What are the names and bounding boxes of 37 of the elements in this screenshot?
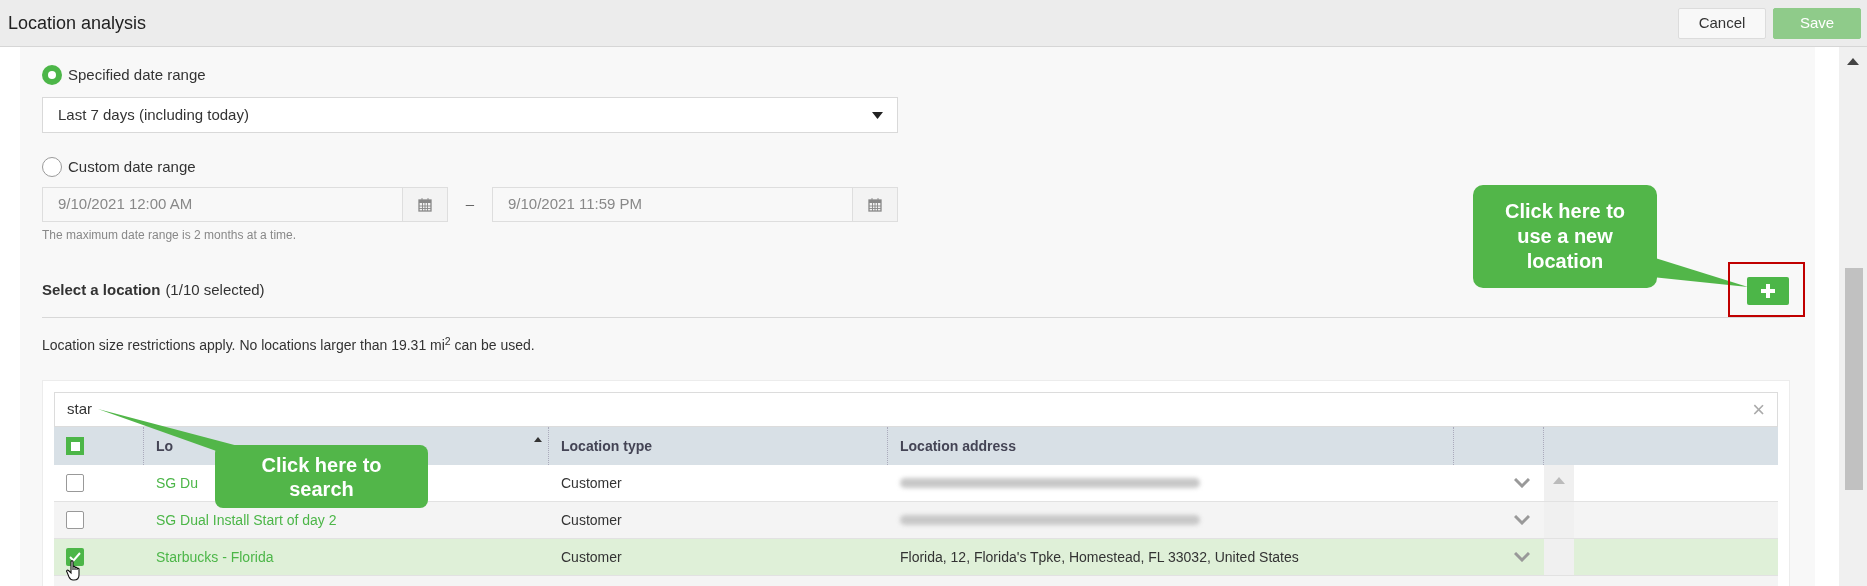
- plus-icon: [1761, 284, 1775, 298]
- range-separator: –: [464, 194, 476, 215]
- dropdown-caret-icon: [872, 111, 883, 119]
- section-title: Select a location: [42, 279, 161, 300]
- row-checkbox[interactable]: [66, 474, 84, 492]
- table-cell-text: Florida, 12, Florida's Tpke, Homestead, FL 33032, United States: [899, 547, 1300, 567]
- search-field[interactable]: star ×: [54, 392, 1778, 427]
- radio-button[interactable]: [42, 157, 62, 177]
- restriction-note: Location size restrictions apply. No locations larger than 19.31 mi$^{2}$ can be used.: [42, 335, 536, 355]
- hint-text: The maximum date range is 2 months at a time.: [42, 227, 297, 244]
- radio-selected[interactable]: [42, 65, 62, 85]
- scrollbar[interactable]: [1839, 47, 1867, 586]
- table-cell-text: Customer: [560, 547, 623, 567]
- hand-cursor-icon: [66, 560, 82, 582]
- expand-chevron-icon[interactable]: [1514, 552, 1530, 562]
- cancel-button[interactable]: Cancel: [1678, 7, 1766, 39]
- add-location-button[interactable]: [1747, 277, 1789, 305]
- radio-label: Custom date range: [68, 156, 196, 177]
- check-icon: [69, 552, 81, 562]
- sort-ascending-icon: [534, 437, 542, 442]
- date-range-dropdown[interactable]: Last 7 days (including today): [42, 97, 898, 133]
- page-title: Location analysis: [8, 11, 147, 35]
- scroll-up-icon[interactable]: [1847, 57, 1859, 65]
- radio-label: Specified date range: [68, 64, 206, 85]
- table-row[interactable]: Starbucks - Florida Customer Florida, 12, Florida's Tpke, Homestead, FL 33032, United States: [54, 539, 1778, 576]
- row-checkbox[interactable]: [66, 511, 84, 529]
- scrollbar-thumb[interactable]: [1845, 268, 1863, 490]
- select-all-checkbox[interactable]: [66, 437, 84, 455]
- expand-chevron-icon[interactable]: [1514, 478, 1530, 488]
- row-checkbox[interactable]: [66, 548, 84, 566]
- expand-chevron-icon[interactable]: [1514, 515, 1530, 525]
- callout: Click here to use a new location: [1473, 185, 1657, 288]
- table-row[interactable]: SG Dual Install Start of day 2 Customer: [54, 502, 1778, 539]
- selection-count: (1/10 selected): [165, 279, 265, 300]
- table-cell-text: Customer: [560, 473, 623, 493]
- callout: Click here to search: [215, 445, 428, 508]
- table-cell-text: Customer: [560, 510, 623, 530]
